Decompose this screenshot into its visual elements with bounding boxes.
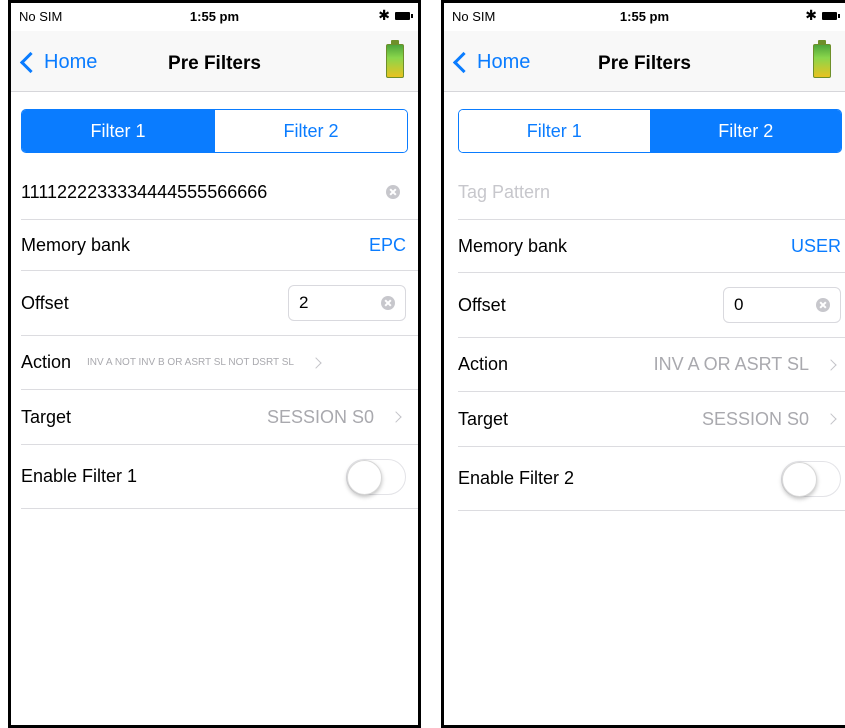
- chevron-right-icon: [825, 358, 837, 371]
- clear-icon[interactable]: [381, 296, 395, 310]
- target-label: Target: [21, 406, 72, 427]
- tag-pattern-value: 1111222233334444555566666: [21, 181, 268, 202]
- target-value: SESSION S0: [701, 408, 809, 429]
- page-title: Pre Filters: [168, 53, 261, 74]
- target-row[interactable]: Target SESSION S0: [21, 390, 418, 445]
- memory-bank-row[interactable]: Memory bank USER: [458, 220, 845, 273]
- memory-bank-value[interactable]: EPC: [369, 235, 406, 256]
- action-row[interactable]: Action INV A NOT INV B OR ASRT SL NOT DS…: [21, 336, 418, 390]
- phone-screen-filter-1: No SIM 1:55 pm ✱ Home Pre Filters Filter…: [8, 0, 421, 728]
- action-label: Action: [458, 354, 509, 374]
- tag-pattern-field[interactable]: Tag Pattern: [458, 165, 845, 220]
- action-value: INV A OR ASRT SL: [653, 354, 809, 374]
- toggle-knob: [347, 459, 382, 495]
- memory-bank-row[interactable]: Memory bank EPC: [21, 220, 418, 271]
- clear-icon[interactable]: [816, 298, 830, 312]
- tag-pattern-field[interactable]: 1111222233334444555566666: [21, 165, 418, 220]
- navigation-bar: Home Pre Filters: [444, 31, 845, 92]
- enable-filter-toggle[interactable]: [346, 458, 406, 495]
- status-time: 1:55 pm: [189, 9, 240, 24]
- bluetooth-icon: ✱: [805, 7, 817, 23]
- offset-row: Offset 2: [21, 271, 418, 336]
- tab-filter-1[interactable]: Filter 1: [22, 110, 214, 152]
- page-title: Pre Filters: [598, 53, 691, 74]
- chevron-right-icon: [310, 356, 322, 369]
- offset-label: Offset: [21, 292, 69, 313]
- clear-icon[interactable]: [386, 185, 400, 199]
- enable-filter-row: Enable Filter 1: [21, 445, 418, 509]
- enable-filter-row: Enable Filter 2: [458, 447, 845, 511]
- status-battery-icon: [395, 12, 413, 20]
- toggle-knob: [782, 461, 817, 497]
- filter-segmented-control: Filter 1 Filter 2: [21, 109, 408, 153]
- offset-value: 0: [734, 295, 744, 314]
- chevron-right-icon: [390, 411, 402, 423]
- tab-filter-2[interactable]: Filter 2: [649, 110, 841, 152]
- target-value: SESSION S0: [266, 406, 374, 427]
- status-battery-icon: [822, 12, 840, 20]
- offset-input[interactable]: 0: [723, 287, 841, 323]
- offset-label: Offset: [458, 294, 506, 315]
- offset-row: Offset 0: [458, 273, 845, 338]
- action-value: INV A NOT INV B OR ASRT SL NOT DSRT SL: [87, 357, 294, 368]
- action-label: Action: [21, 352, 72, 372]
- target-row[interactable]: Target SESSION S0: [458, 392, 845, 447]
- memory-bank-value[interactable]: USER: [791, 236, 841, 257]
- chevron-right-icon: [825, 413, 837, 425]
- enable-filter-label: Enable Filter 1: [21, 466, 138, 486]
- status-bar: No SIM 1:55 pm ✱: [11, 3, 418, 31]
- status-bar: No SIM 1:55 pm ✱: [444, 3, 845, 31]
- target-label: Target: [458, 408, 509, 429]
- action-row[interactable]: Action INV A OR ASRT SL: [458, 338, 845, 392]
- filter-segmented-control: Filter 1 Filter 2: [458, 109, 842, 153]
- navigation-bar: Home Pre Filters: [11, 31, 418, 92]
- battery-icon[interactable]: [386, 40, 404, 78]
- enable-filter-toggle[interactable]: [781, 460, 841, 497]
- tab-filter-2[interactable]: Filter 2: [214, 110, 407, 152]
- tag-pattern-placeholder: Tag Pattern: [458, 181, 551, 202]
- status-time: 1:55 pm: [619, 9, 670, 24]
- tab-filter-1[interactable]: Filter 1: [459, 110, 650, 152]
- bluetooth-icon: ✱: [378, 7, 390, 23]
- enable-filter-label: Enable Filter 2: [458, 468, 575, 488]
- offset-input[interactable]: 2: [288, 285, 406, 321]
- memory-bank-label: Memory bank: [458, 235, 568, 256]
- memory-bank-label: Memory bank: [21, 234, 131, 255]
- battery-icon[interactable]: [813, 40, 831, 78]
- offset-value: 2: [299, 293, 309, 312]
- phone-screen-filter-2: No SIM 1:55 pm ✱ Home Pre Filters Filter…: [441, 0, 845, 728]
